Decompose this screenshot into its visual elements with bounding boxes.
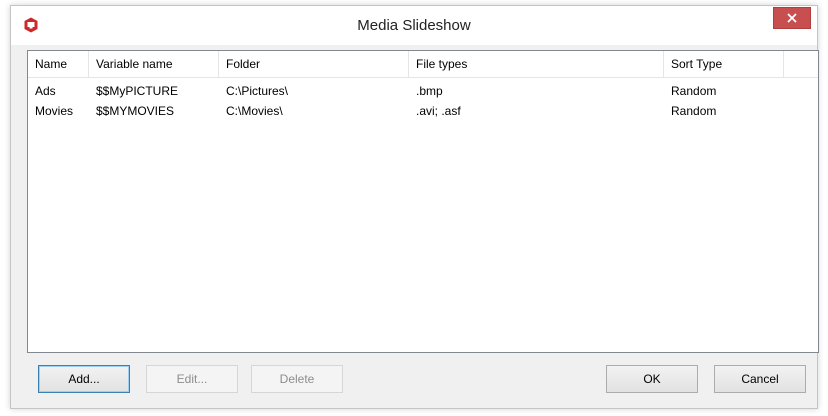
column-header-file-types[interactable]: File types — [409, 51, 664, 77]
cell-name: Movies — [35, 104, 74, 118]
column-header-name[interactable]: Name — [28, 51, 89, 77]
cell-variable-name: $$MyPICTURE — [96, 84, 179, 98]
cell-variable-name: $$MYMOVIES — [96, 104, 175, 118]
cell-folder: C:\Pictures\ — [226, 84, 289, 98]
cell-file-types: .avi; .asf — [416, 104, 461, 118]
column-header-sort-type[interactable]: Sort Type — [664, 51, 784, 77]
cell-sort-type: Random — [671, 84, 717, 98]
list-header: Name Variable name Folder File types Sor… — [28, 51, 818, 78]
delete-button[interactable]: Delete — [251, 365, 343, 393]
table-row[interactable]: Ads $$MyPICTURE C:\Pictures\ .bmp Random — [28, 81, 818, 101]
column-header-filler — [784, 51, 818, 77]
cell-name: Ads — [35, 84, 56, 98]
ok-button[interactable]: OK — [606, 365, 698, 393]
close-button[interactable] — [773, 7, 811, 29]
edit-button[interactable]: Edit... — [146, 365, 238, 393]
add-button[interactable]: Add... — [38, 365, 130, 393]
dialog-window: Media Slideshow Name Variable name Folde… — [10, 5, 819, 409]
close-icon — [787, 13, 797, 23]
slideshow-list[interactable]: Name Variable name Folder File types Sor… — [27, 50, 819, 353]
window-title: Media Slideshow — [357, 17, 471, 34]
column-header-variable-name[interactable]: Variable name — [89, 51, 219, 77]
cell-file-types: .bmp — [416, 84, 443, 98]
title-bar[interactable]: Media Slideshow — [11, 6, 817, 45]
cell-folder: C:\Movies\ — [226, 104, 283, 118]
cell-sort-type: Random — [671, 104, 717, 118]
table-row[interactable]: Movies $$MYMOVIES C:\Movies\ .avi; .asf … — [28, 101, 818, 121]
cancel-button[interactable]: Cancel — [714, 365, 806, 393]
column-header-folder[interactable]: Folder — [219, 51, 409, 77]
